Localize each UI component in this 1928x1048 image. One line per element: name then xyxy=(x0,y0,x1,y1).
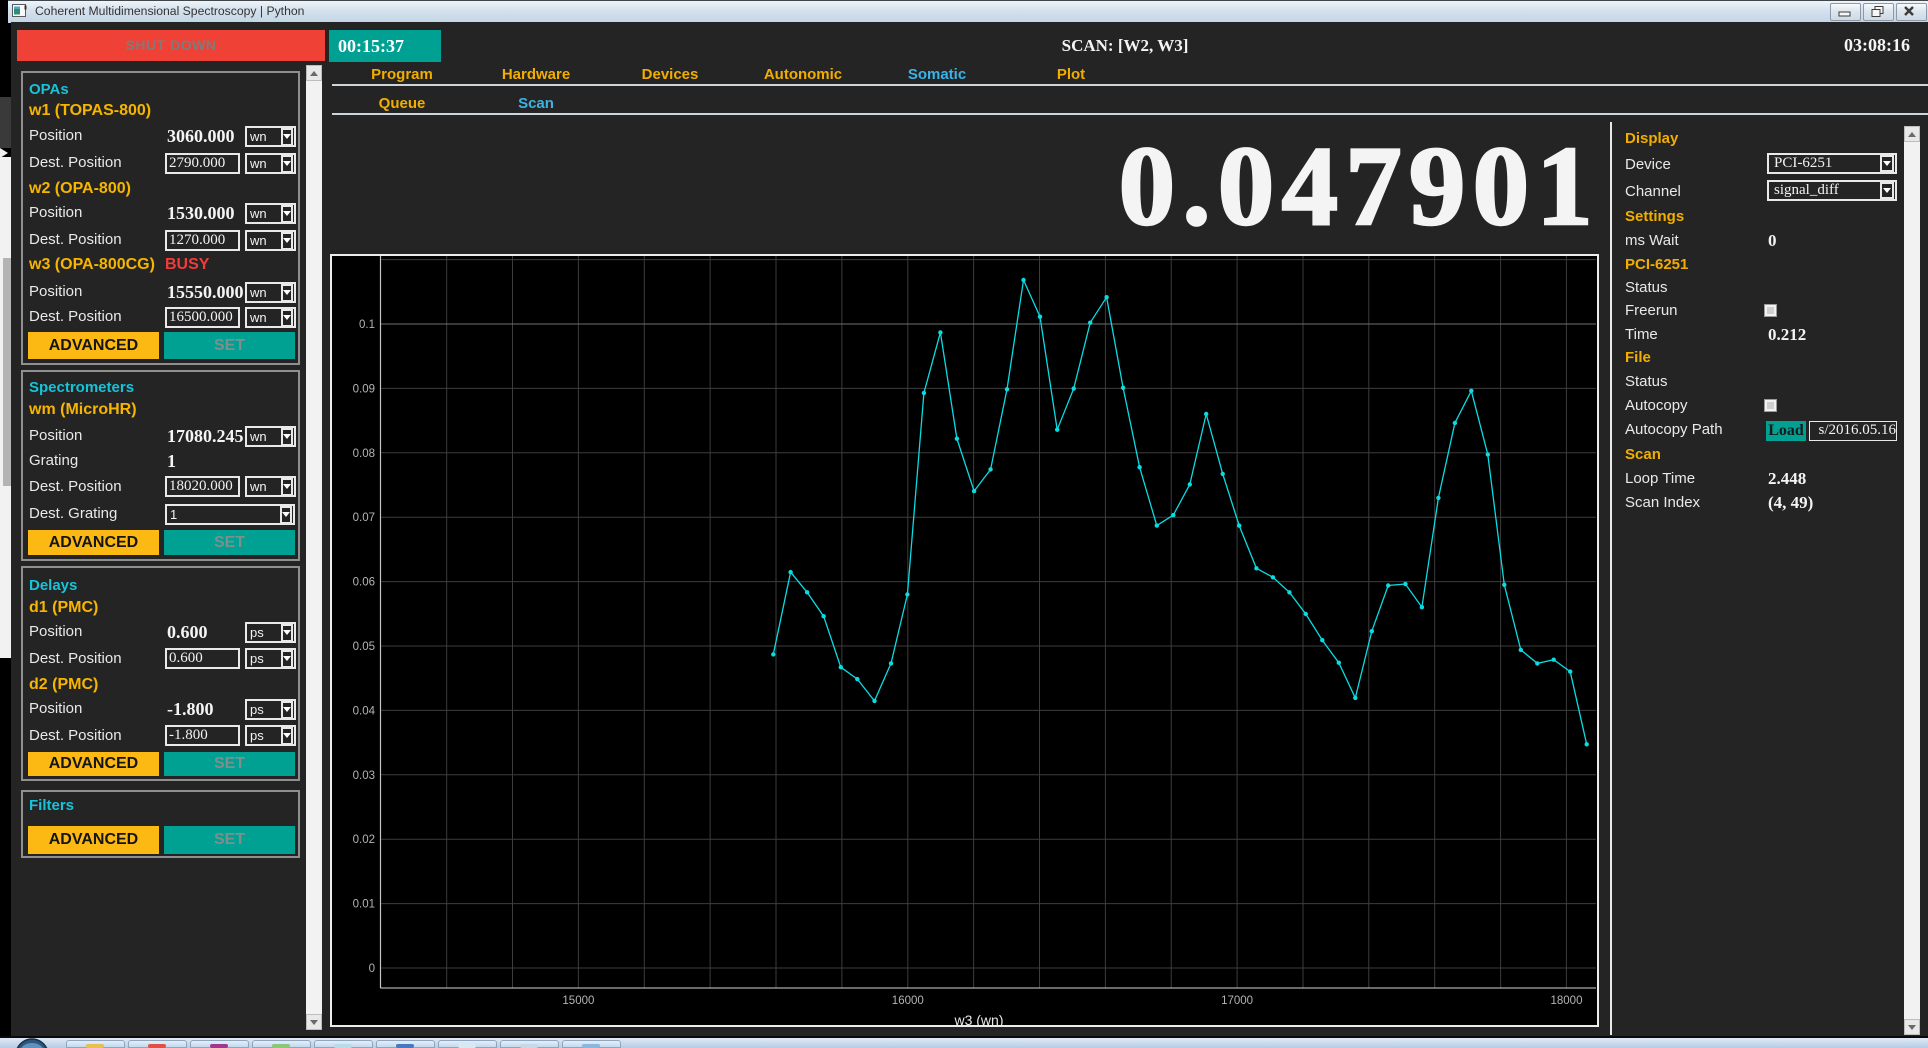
svg-text:15000: 15000 xyxy=(562,995,594,1007)
svg-text:0: 0 xyxy=(369,963,375,975)
svg-text:17000: 17000 xyxy=(1221,995,1253,1007)
svg-text:0.02: 0.02 xyxy=(353,834,375,846)
svg-text:0.1: 0.1 xyxy=(359,319,375,331)
svg-text:0.04: 0.04 xyxy=(353,705,376,717)
svg-text:0.05: 0.05 xyxy=(353,641,375,653)
svg-text:0.08: 0.08 xyxy=(353,448,375,460)
svg-text:18000: 18000 xyxy=(1551,995,1583,1007)
svg-text:0.06: 0.06 xyxy=(353,577,375,589)
svg-text:0.03: 0.03 xyxy=(353,770,375,782)
svg-text:16000: 16000 xyxy=(892,995,924,1007)
svg-text:0.07: 0.07 xyxy=(353,512,375,524)
svg-text:0.01: 0.01 xyxy=(353,899,375,911)
svg-text:0.09: 0.09 xyxy=(353,383,375,395)
svg-text:w3 (wn): w3 (wn) xyxy=(953,1012,1003,1027)
